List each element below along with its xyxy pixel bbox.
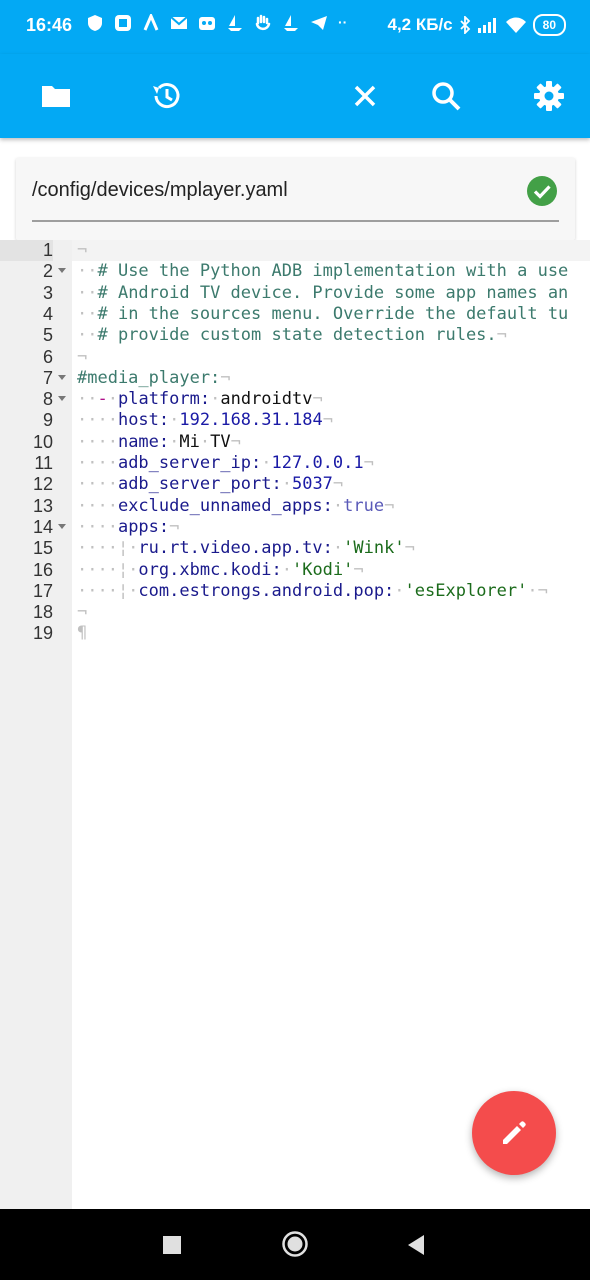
code-text: ····¦·org.xbmc.kodi:·'Kodi'¬ [77, 559, 364, 580]
line-number: 4 [42, 303, 53, 324]
shield-icon [88, 15, 102, 31]
fold-arrow-icon[interactable] [58, 523, 66, 529]
line-number: 3 [42, 282, 53, 303]
line-number: 9 [42, 410, 53, 431]
line-number: 6 [42, 346, 53, 367]
hand-icon [255, 14, 271, 31]
code-line[interactable]: 1 ¬ [0, 240, 590, 261]
network-speed: 4,2 КБ/с [387, 15, 453, 34]
pencil-icon [503, 1121, 526, 1144]
code-line[interactable]: 17 ····¦·com.estrongs.android.pop:·'esExp… [0, 581, 590, 602]
line-number: 15 [32, 538, 53, 559]
code-text: ····adb_server_ip:·127.0.0.1¬ [77, 453, 374, 473]
code-text: ··-·platform:·androidtv¬ [77, 389, 323, 410]
close-icon[interactable] [349, 80, 381, 112]
code-text: ··# in the sources menu. Override the de… [77, 303, 569, 324]
code-line[interactable]: 14 ····apps:¬ [0, 517, 590, 538]
search-icon[interactable] [430, 80, 462, 112]
line-number: 11 [34, 453, 53, 473]
code-line[interactable]: 18 ¬ [0, 602, 590, 623]
code-text: ····¦·com.estrongs.android.pop:·'esExplo… [77, 580, 548, 601]
code-line[interactable]: 3 ··# Android TV device. Provide some app… [0, 283, 590, 304]
code-line[interactable]: 13 ····exclude_unnamed_apps:·true¬ [0, 496, 590, 517]
check-circle-icon [527, 176, 557, 206]
line-number: 19 [32, 623, 53, 644]
code-text: ····name:·Mi·TV¬ [77, 431, 241, 452]
app-badge-icon [115, 15, 131, 31]
code-text: ····adb_server_port:·5037¬ [77, 474, 344, 495]
line-number: 1 [0, 240, 53, 261]
line-number: 17 [32, 580, 53, 601]
code-text: ··# provide custom state detection rules… [77, 325, 507, 346]
code-line[interactable]: 10 ····name:·Mi·TV¬ [0, 432, 590, 453]
app-toolbar [0, 54, 590, 138]
folder-icon[interactable] [40, 80, 72, 112]
line-number: 16 [32, 559, 53, 580]
history-icon[interactable] [150, 80, 182, 112]
wifi-icon [505, 17, 526, 33]
file-path-card: /config/devices/mplayer.yaml [16, 158, 575, 240]
system-navigation-bar [0, 1209, 590, 1280]
code-editor[interactable]: 1 ¬ 2 ··# Use the Python ADB implementation… [0, 240, 590, 1210]
battery-indicator: 80 [532, 14, 566, 36]
code-line[interactable]: 11 ····adb_server_ip:·127.0.0.1¬ [0, 453, 590, 474]
back-triangle-icon[interactable] [406, 1234, 426, 1256]
code-text: ¶ [77, 623, 88, 644]
notification-icons: ·· [86, 14, 360, 32]
code-line[interactable]: 16 ····¦·org.xbmc.kodi:·'Kodi'¬ [0, 560, 590, 581]
line-number: 10 [32, 431, 53, 452]
boat-icon [228, 15, 242, 31]
edit-fab-button[interactable] [472, 1091, 556, 1175]
fold-arrow-icon[interactable] [58, 268, 66, 274]
code-line[interactable]: 4 ··# in the sources menu. Override the d… [0, 304, 590, 325]
line-number: 13 [32, 495, 53, 516]
fold-arrow-icon[interactable] [58, 374, 66, 380]
system-status: 4,2 КБ/с 80 [387, 14, 566, 36]
code-line[interactable]: 9 ····host:·192.168.31.184¬ [0, 410, 590, 431]
code-line[interactable]: 2 ··# Use the Python ADB implementation w… [0, 261, 590, 282]
code-text: ····apps:¬ [77, 516, 180, 537]
line-number: 5 [42, 325, 53, 346]
code-text: ····host:·192.168.31.184¬ [77, 410, 333, 431]
line-number: 8 [42, 389, 53, 410]
code-text: ····exclude_unnamed_apps:·true¬ [77, 495, 395, 516]
line-number: 7 [42, 367, 53, 388]
path-underline [32, 220, 559, 222]
home-circle-icon[interactable] [281, 1230, 309, 1258]
more-dots-icon: ·· [338, 14, 348, 30]
line-number: 2 [42, 261, 53, 282]
line-number: 14 [32, 516, 53, 537]
status-bar: 16:46 ·· 4,2 КБ/с 80 [0, 0, 590, 54]
lambda-icon [143, 14, 159, 31]
code-text: ··# Use the Python ADB implementation wi… [77, 261, 569, 282]
line-number: 12 [32, 474, 53, 495]
code-line[interactable]: 6 ¬ [0, 347, 590, 368]
status-time: 16:46 [26, 15, 73, 35]
code-line[interactable]: 8 ··-·platform:·androidtv¬ [0, 389, 590, 410]
code-line[interactable]: 19 ¶ [0, 623, 590, 644]
line-number: 18 [32, 602, 53, 623]
code-line[interactable]: 7 #media_player:¬ [0, 368, 590, 389]
fold-arrow-icon[interactable] [58, 396, 66, 402]
boat-icon [284, 15, 298, 31]
code-text: ¬ [77, 602, 88, 623]
telegram-icon [311, 16, 327, 30]
code-line[interactable]: 15 ····¦·ru.rt.video.app.tv:·'Wink'¬ [0, 538, 590, 559]
code-text: ··# Android TV device. Provide some app … [77, 282, 569, 303]
file-path[interactable]: /config/devices/mplayer.yaml [32, 179, 288, 202]
code-text: ¬ [77, 240, 88, 260]
bluetooth-icon [460, 16, 470, 34]
mail-icon [170, 16, 188, 29]
code-text: ····¦·ru.rt.video.app.tv:·'Wink'¬ [77, 538, 415, 559]
robot-icon [199, 17, 215, 30]
settings-icon[interactable] [533, 80, 565, 112]
code-line[interactable]: 12 ····adb_server_port:·5037¬ [0, 474, 590, 495]
code-text: ¬ [77, 346, 88, 367]
recents-square-icon[interactable] [163, 1236, 181, 1254]
code-line[interactable]: 5 ··# provide custom state detection rule… [0, 325, 590, 346]
signal-icon [477, 18, 496, 33]
code-text: #media_player:¬ [77, 367, 231, 388]
